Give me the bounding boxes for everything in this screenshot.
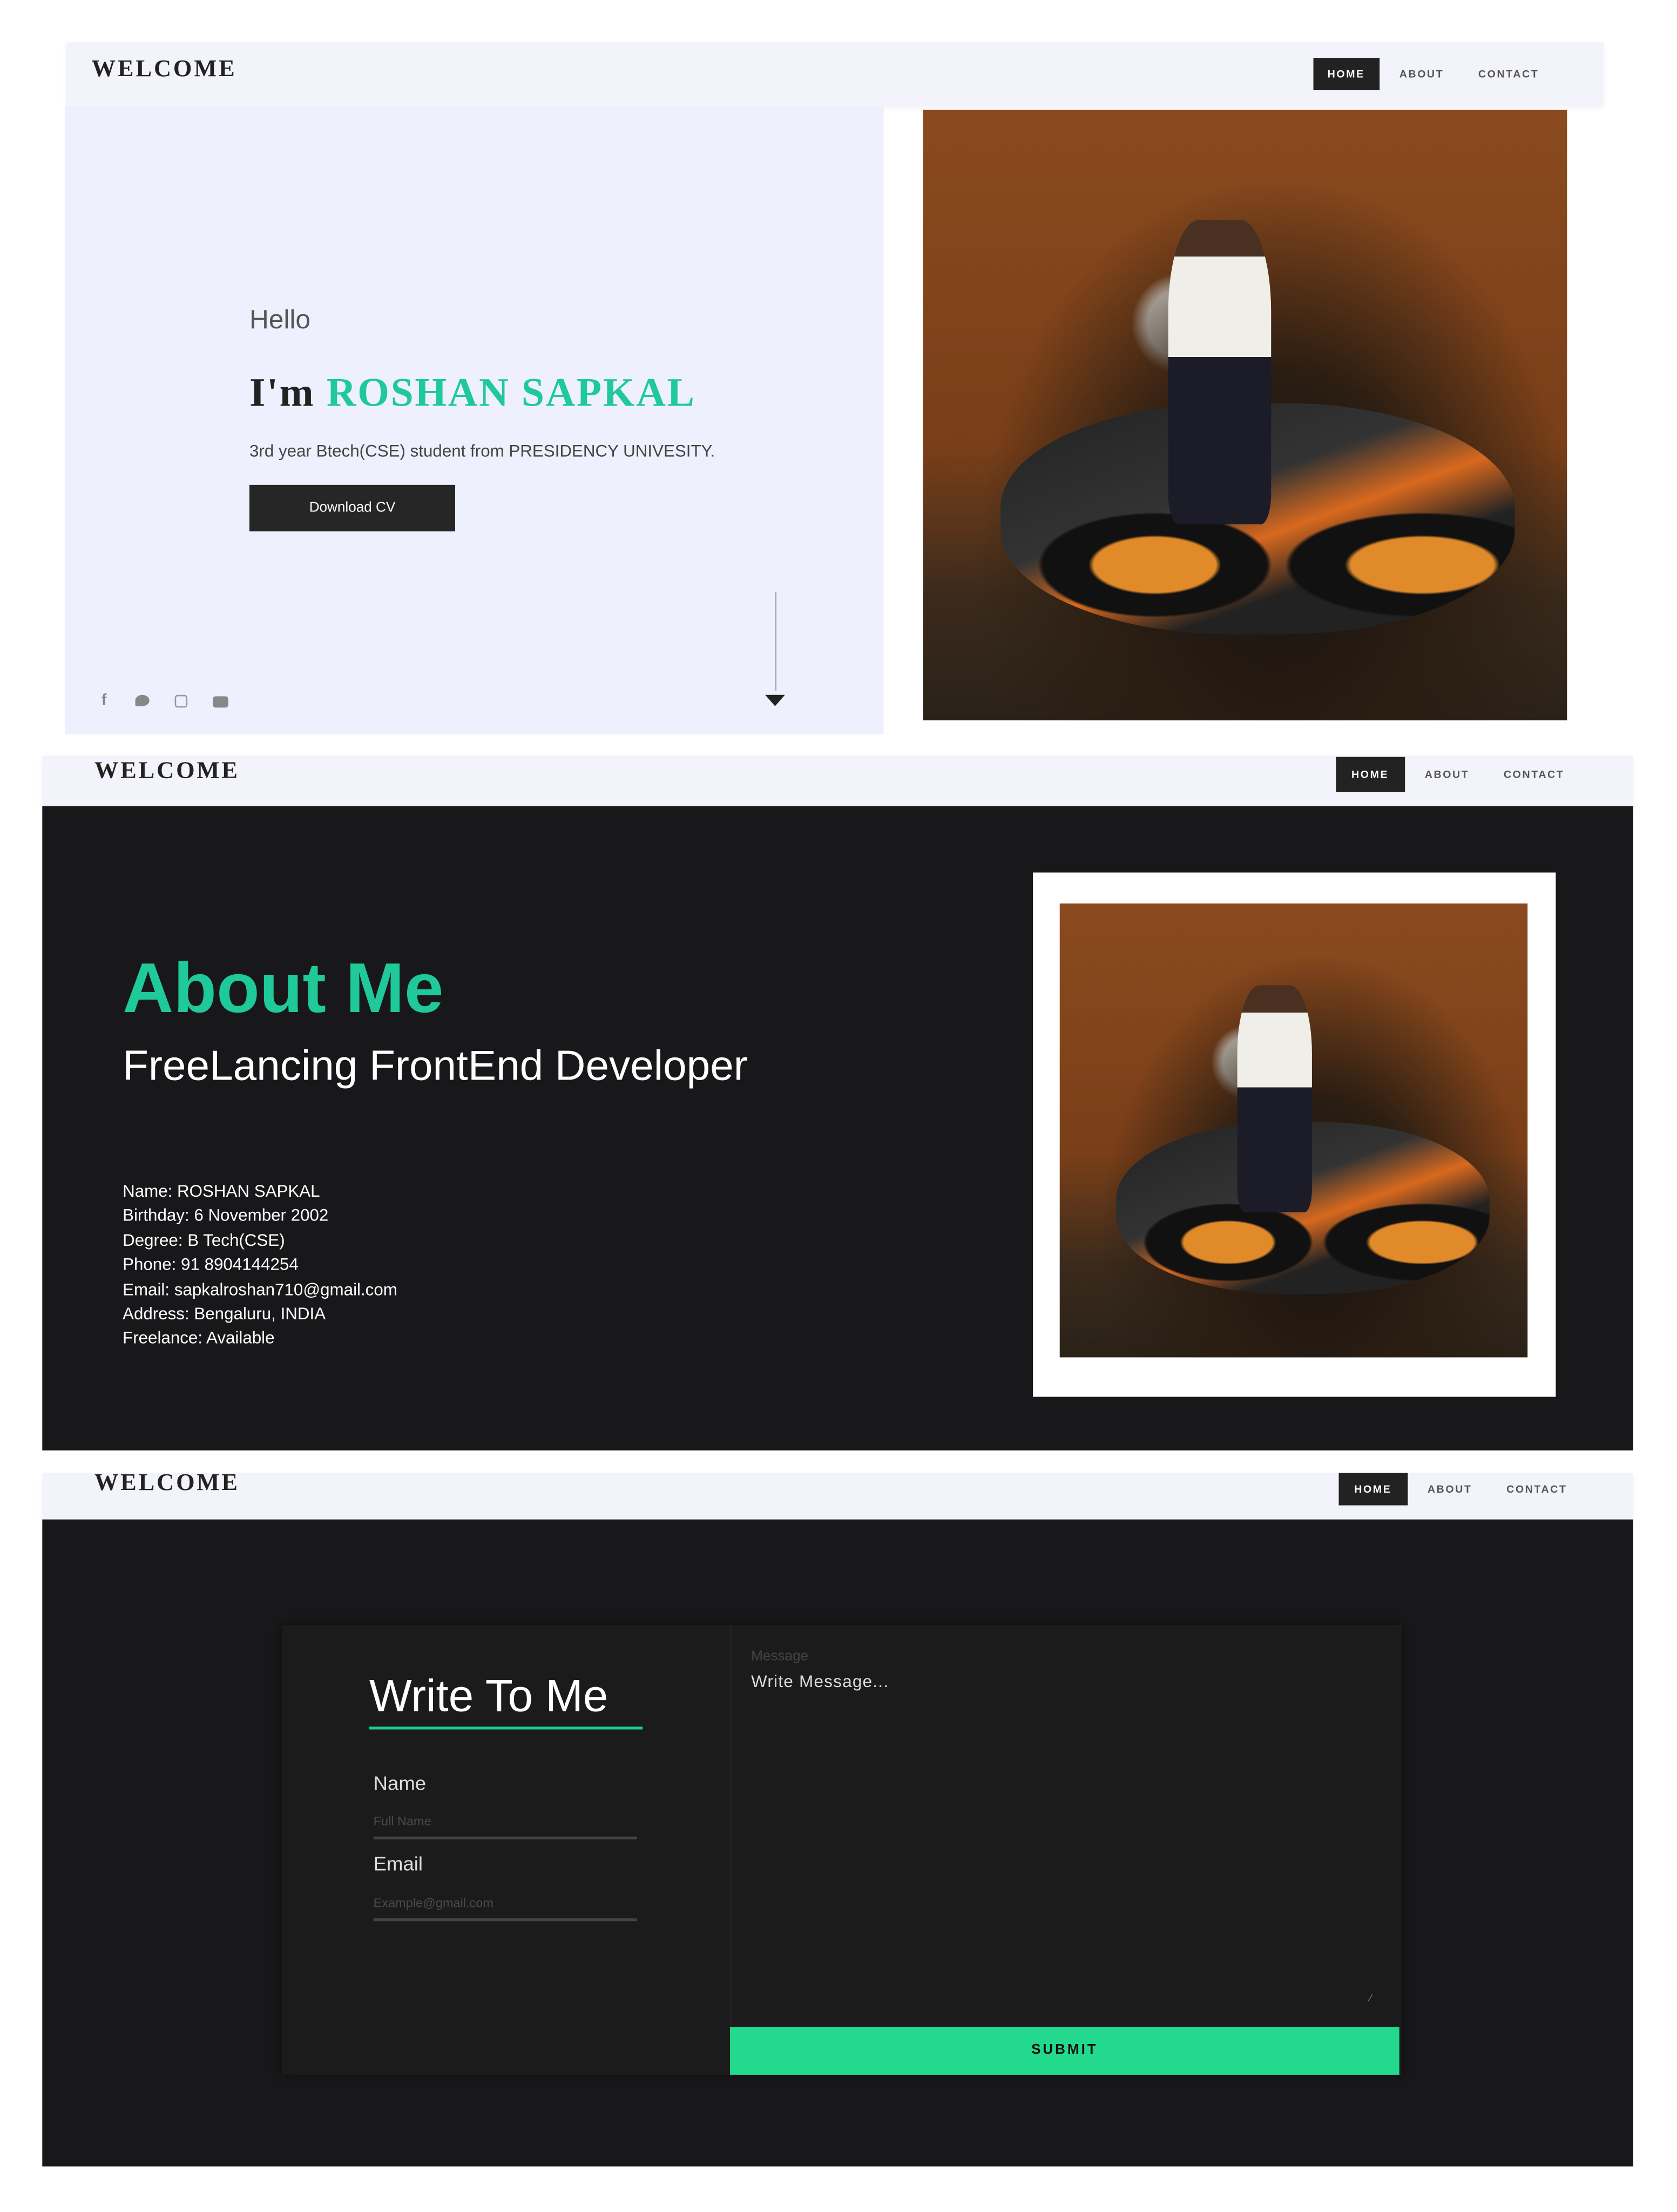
instagram-icon[interactable] [174,694,188,708]
navbar-contact: WELCOME HOME ABOUT CONTACT [42,1469,1633,1520]
nav-home[interactable]: HOME [1313,58,1379,91]
title-underline [369,1727,643,1730]
nav-about[interactable]: ABOUT [1411,757,1484,792]
about-section: About Me FreeLancing FrontEnd Developer … [42,806,1633,1451]
profile-photo [923,110,1567,720]
submit-button[interactable]: SUBMIT [729,2027,1399,2075]
hero-subtitle: 3rd year Btech(CSE) student from PRESIDE… [249,441,715,461]
facebook-icon[interactable]: f [102,692,107,709]
detail-freelance: Freelance: Available [123,1328,275,1348]
contact-section: Write To Me Name Full Name Email Example… [42,1519,1633,2167]
nav-about[interactable]: ABOUT [1414,1473,1486,1505]
contact-card: Write To Me Name Full Name Email Example… [282,1625,1402,2075]
hero-title: I'm ROSHAN SAPKAL [249,370,696,417]
resize-handle-icon[interactable]: ⁄ [1370,1994,1371,2004]
nav-home[interactable]: HOME [1336,757,1404,792]
brand-logo[interactable]: WELCOME [92,55,237,83]
email-label: Email [373,1852,423,1875]
scroll-down-icon[interactable] [765,694,785,706]
card-divider [729,1625,732,2075]
message-label: Message [751,1649,809,1665]
nav-contact[interactable]: CONTACT [1492,1473,1581,1505]
photo-frame [1033,872,1556,1397]
about-subtitle: FreeLancing FrontEnd Developer [123,1043,748,1090]
hero-panel: Hello I'm ROSHAN SAPKAL 3rd year Btech(C… [65,105,884,734]
nav-home[interactable]: HOME [1338,1473,1408,1506]
email-underline [373,1918,637,1921]
name-label: Name [373,1771,427,1795]
navbar-about: WELCOME HOME ABOUT CONTACT [42,755,1633,806]
nav-about[interactable]: ABOUT [1385,58,1458,90]
photo-person [1237,985,1313,1212]
detail-email: Email: sapkalroshan710@gmail.com [123,1279,397,1299]
about-details: Name: ROSHAN SAPKAL Birthday: 6 November… [123,1180,397,1352]
message-textarea[interactable]: Write Message... [751,1671,1392,2009]
photo-person [1167,219,1271,525]
greeting: Hello [249,306,311,336]
nav-contact[interactable]: CONTACT [1490,757,1579,792]
navbar: WELCOME HOME ABOUT CONTACT [66,42,1604,106]
detail-address: Address: Bengaluru, INDIA [123,1304,326,1324]
detail-phone: Phone: 91 8904144254 [123,1255,299,1275]
twitter-icon[interactable] [135,694,150,706]
about-photo [1059,903,1528,1358]
download-cv-button[interactable]: Download CV [249,484,456,531]
youtube-icon[interactable] [213,696,228,708]
intro-prefix: I'm [249,370,315,416]
detail-degree: Degree: B Tech(CSE) [123,1230,285,1250]
contact-title: Write To Me [369,1670,608,1721]
hero-name: ROSHAN SAPKAL [326,370,696,416]
name-input[interactable]: Full Name [374,1814,637,1837]
nav-contact[interactable]: CONTACT [1464,58,1553,90]
about-title: About Me [123,948,444,1028]
name-underline [373,1836,637,1840]
detail-birthday: Birthday: 6 November 2002 [123,1205,329,1226]
email-input[interactable]: Example@gmail.com [374,1896,637,1918]
brand-logo[interactable]: WELCOME [94,757,240,785]
detail-name: Name: ROSHAN SAPKAL [123,1181,320,1201]
scroll-line [775,592,777,691]
brand-logo[interactable]: WELCOME [94,1469,240,1497]
